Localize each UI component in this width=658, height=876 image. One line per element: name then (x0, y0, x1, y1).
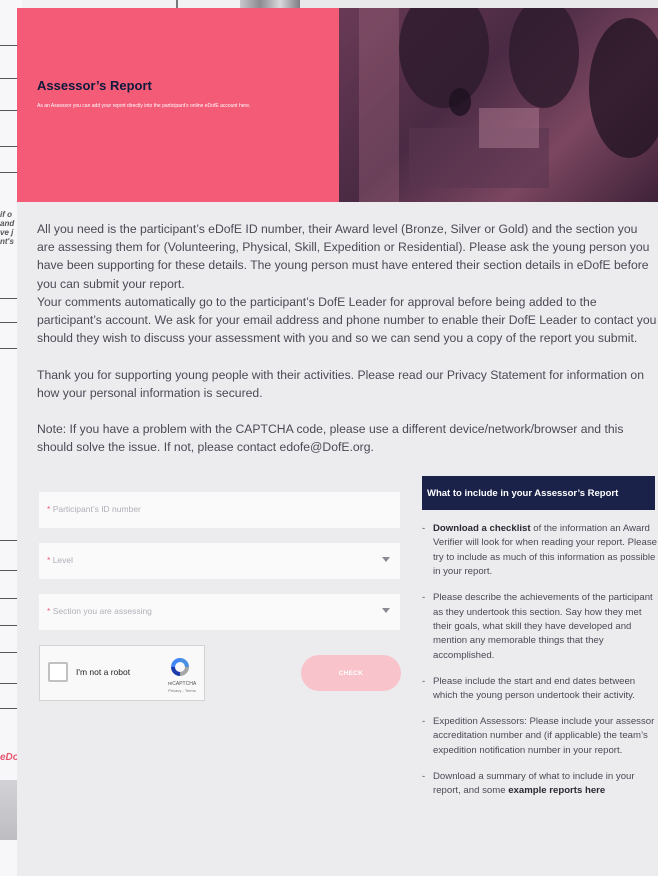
participant-id-placeholder: Participant’s ID number (52, 504, 141, 514)
intro-paragraph: Note: If you have a problem with the CAP… (37, 422, 624, 455)
page-title: Assessor’s Report (37, 78, 152, 93)
level-placeholder: Level (52, 555, 74, 565)
recaptcha-checkbox[interactable] (48, 662, 68, 682)
check-button[interactable]: CHECK (301, 655, 401, 691)
section-select[interactable]: * Section you are assessing (39, 594, 400, 630)
intro-paragraph: Your comments automatically go to the pa… (37, 295, 657, 346)
intro-paragraph: Thank you for supporting young people wi… (37, 368, 644, 401)
example-reports-link[interactable]: example reports here (508, 785, 605, 796)
chevron-down-icon (382, 557, 390, 562)
intro-paragraph: All you need is the participant’s eDofE … (37, 222, 650, 291)
page-subtitle: As an Assessor you can add your report d… (37, 103, 251, 109)
recaptcha-label: I'm not a robot (76, 667, 131, 677)
list-item: - Please include the start and end dates … (422, 675, 636, 702)
sidebar-title: What to include in your Assessor’s Repor… (422, 476, 655, 510)
hero-banner: Assessor’s Report As an Assessor you can… (17, 8, 658, 202)
hero-photo (339, 8, 658, 202)
section-placeholder: Section you are assessing (52, 606, 152, 616)
recaptcha-widget: I'm not a robot reCAPTCHA Privacy - Term… (39, 645, 205, 701)
tips-list: - Download a checklist of the information… (422, 522, 658, 810)
required-mark: * (47, 504, 51, 514)
list-item: - Expedition Assessors: Please include yo… (422, 715, 655, 756)
required-mark: * (47, 555, 51, 565)
chevron-down-icon (382, 608, 390, 613)
required-mark: * (47, 606, 51, 616)
list-item: - Download a checklist of the information… (422, 523, 657, 578)
recaptcha-logo-icon (171, 658, 189, 676)
list-item: - Please describe the achievements of the… (422, 592, 653, 661)
download-checklist-link[interactable]: Download a checklist (433, 523, 531, 534)
assessor-report-card: Assessor’s Report As an Assessor you can… (17, 8, 658, 876)
level-select[interactable]: * Level (39, 543, 400, 579)
list-item: - Download a summary of what to include i… (422, 770, 635, 797)
participant-id-input[interactable]: * Participant’s ID number (39, 492, 400, 528)
recaptcha-brand: reCAPTCHA (167, 681, 197, 687)
recaptcha-links[interactable]: Privacy - Terms (160, 688, 204, 693)
